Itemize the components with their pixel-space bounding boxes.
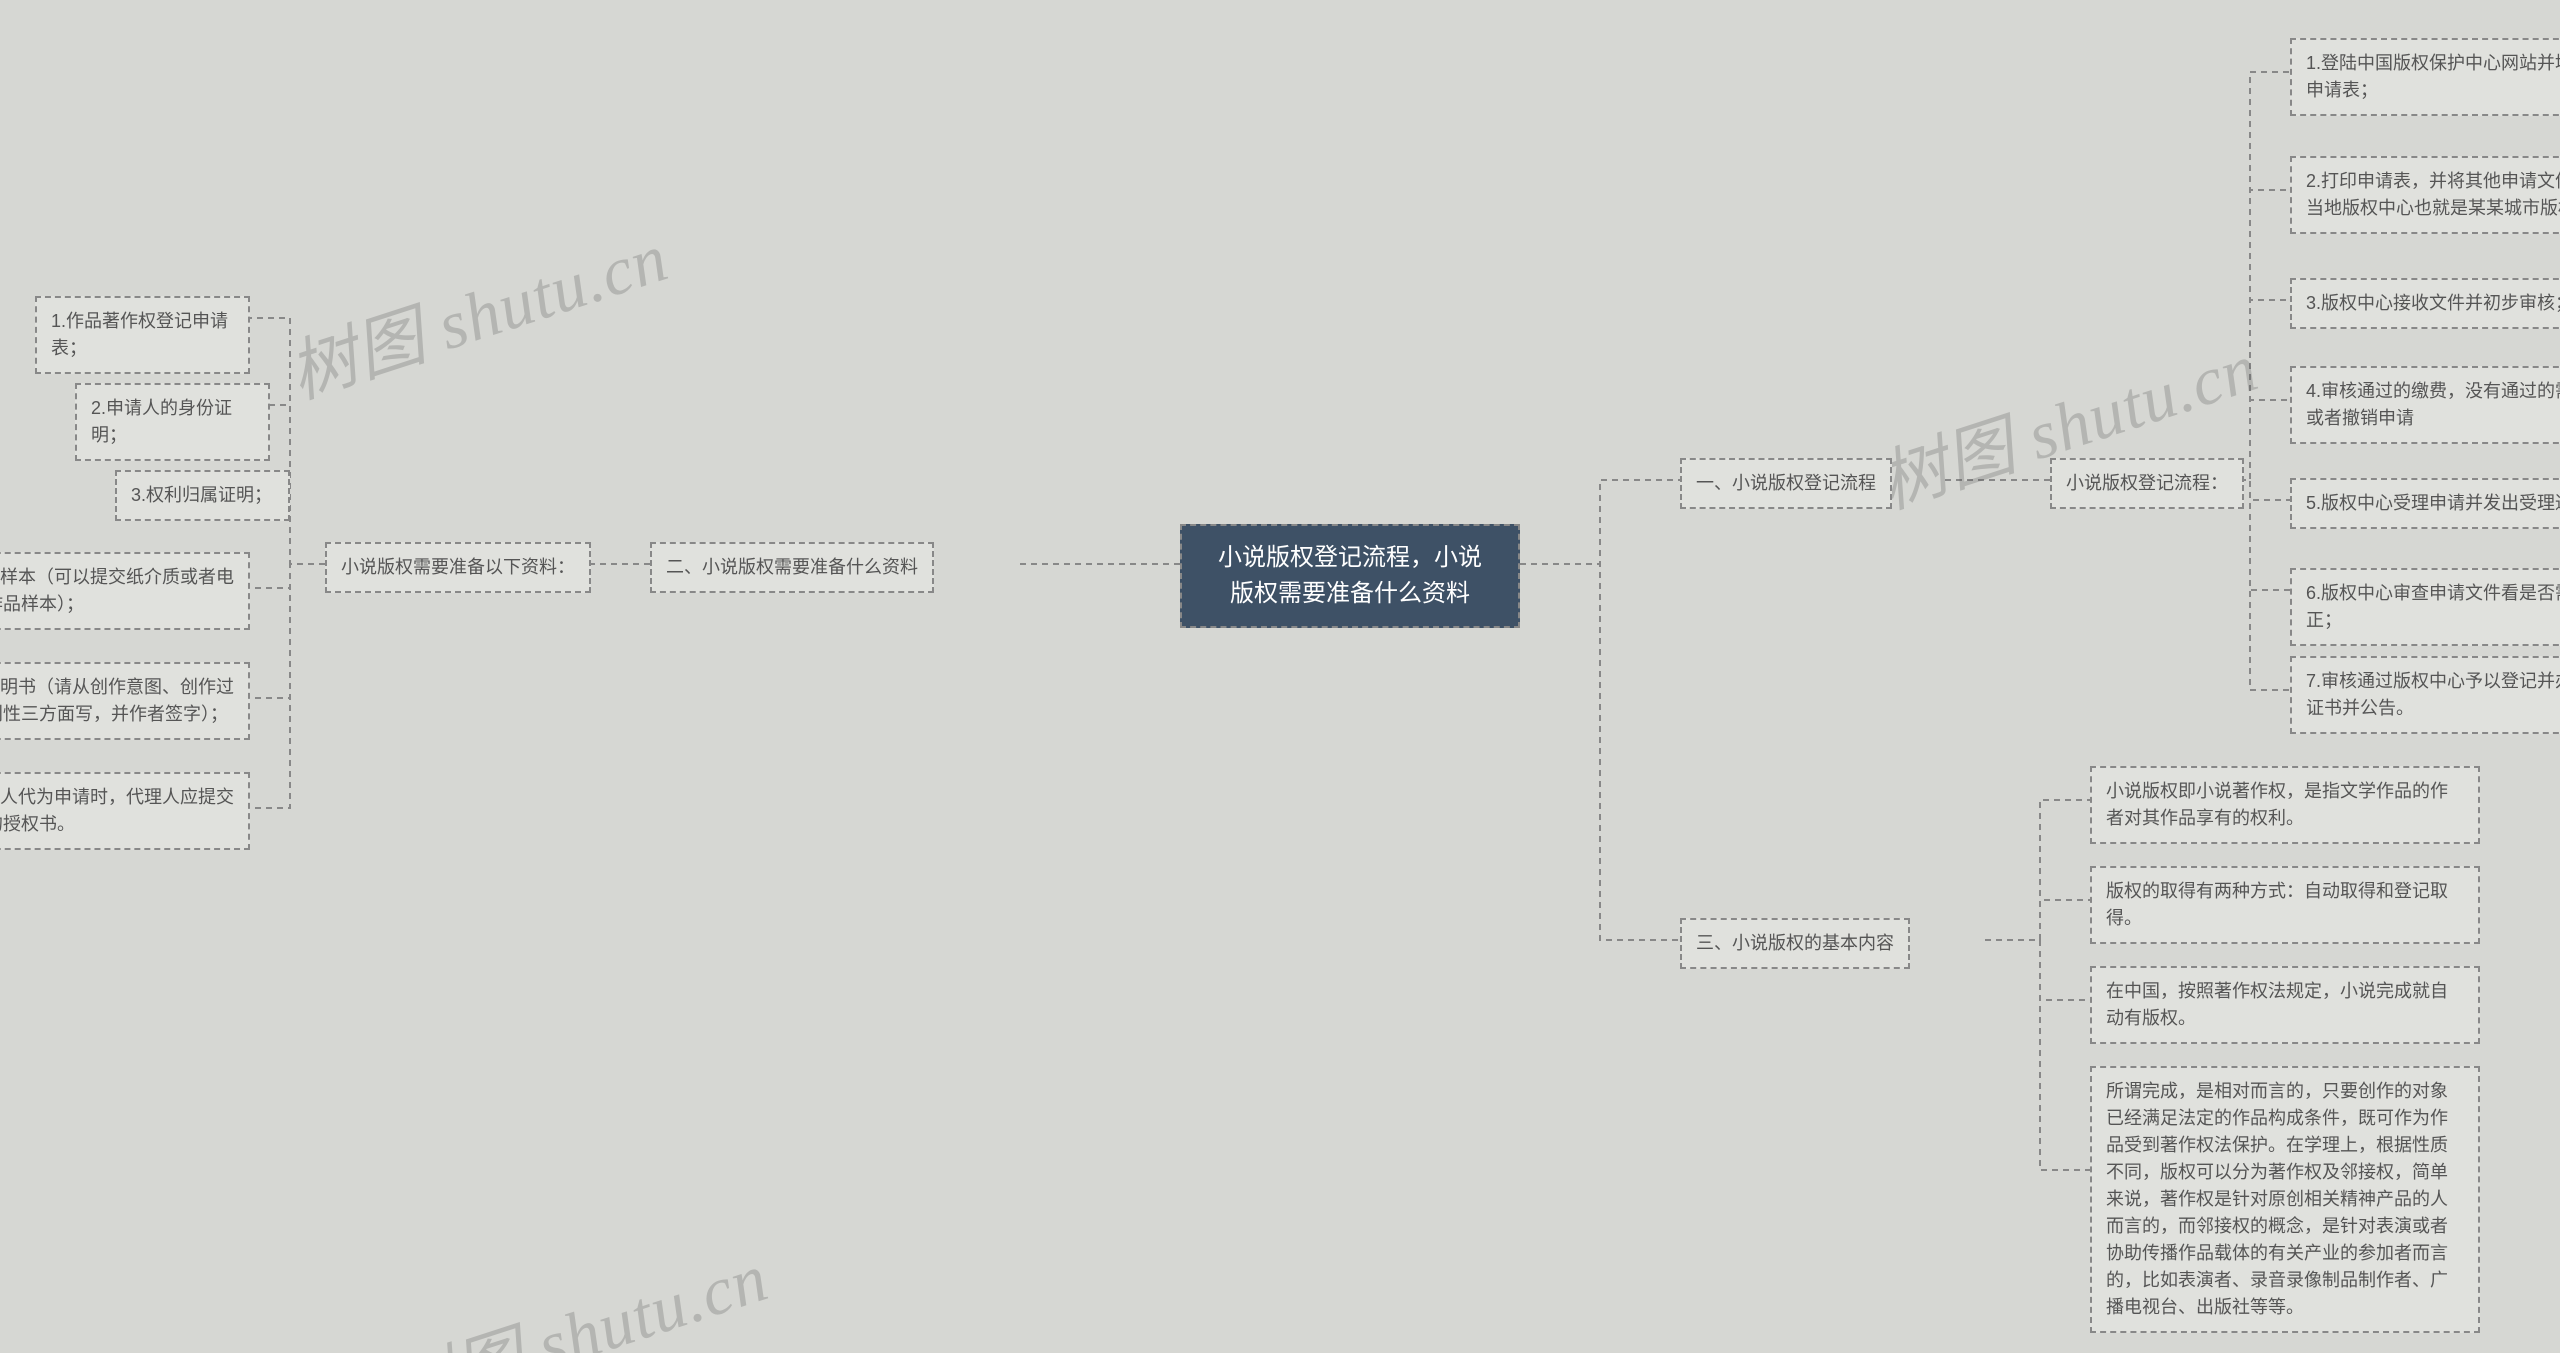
branch-3-leaf: 在中国，按照著作权法规定，小说完成就自动有版权。: [2090, 966, 2480, 1044]
leaf-text: 5.版权中心受理申请并发出受理通知书；: [2306, 493, 2560, 513]
leaf-text: 4.作品的样本（可以提交纸介质或者电子介质作品样本）；: [0, 567, 234, 614]
leaf-text: 小说版权即小说著作权，是指文学作品的作者对其作品享有的权利。: [2106, 781, 2448, 828]
leaf-text: 2.申请人的身份证明；: [91, 398, 232, 445]
center-topic: 小说版权登记流程，小说 版权需要准备什么资料: [1180, 524, 1520, 628]
branch-1-leaf: 2.打印申请表，并将其他申请文件提交给当地版权中心也就是某某城市版权局；: [2290, 156, 2560, 234]
branch-1-leaf: 6.版权中心审查申请文件看是否需要补正；: [2290, 568, 2560, 646]
branch-1-leaf: 3.版权中心接收文件并初步审核；: [2290, 278, 2560, 329]
watermark: 树图 shutu.cn: [374, 1222, 778, 1353]
leaf-text: 7.审核通过版权中心予以登记并办法登记证书并公告。: [2306, 671, 2560, 718]
leaf-text: 在中国，按照著作权法规定，小说完成就自动有版权。: [2106, 981, 2448, 1028]
branch-2-leaf: 3.权利归属证明；: [115, 470, 290, 521]
branch-3-leaf: 版权的取得有两种方式：自动取得和登记取得。: [2090, 866, 2480, 944]
branch-2-title: 二、小说版权需要准备什么资料: [666, 557, 918, 577]
leaf-text: 2.打印申请表，并将其他申请文件提交给当地版权中心也就是某某城市版权局；: [2306, 171, 2560, 218]
watermark: 树图 shutu.cn: [274, 202, 678, 417]
leaf-text: 所谓完成，是相对而言的，只要创作的对象已经满足法定的作品构成条件，既可作为作品受…: [2106, 1081, 2448, 1317]
leaf-text: 5.作品说明书（请从创作意图、创作过程、独创性三方面写，并作者签字）；: [0, 677, 234, 724]
leaf-text: 3.权利归属证明；: [131, 485, 272, 505]
leaf-text: 3.版权中心接收文件并初步审核；: [2306, 293, 2560, 313]
leaf-text: 1.登陆中国版权保护中心网站并填写版权申请表；: [2306, 53, 2560, 100]
branch-2-leaf: 4.作品的样本（可以提交纸介质或者电子介质作品样本）；: [0, 552, 250, 630]
branch-1: 一、小说版权登记流程: [1680, 458, 1892, 509]
branch-2-leaf: 2.申请人的身份证明；: [75, 383, 270, 461]
leaf-text: 4.审核通过的缴费，没有通过的需要补正或者撤销申请: [2306, 381, 2560, 428]
branch-1-leaf: 7.审核通过版权中心予以登记并办法登记证书并公告。: [2290, 656, 2560, 734]
branch-1-leaf: 5.版权中心受理申请并发出受理通知书；: [2290, 478, 2560, 529]
branch-3: 三、小说版权的基本内容: [1680, 918, 1910, 969]
branch-2-leaf: 5.作品说明书（请从创作意图、创作过程、独创性三方面写，并作者签字）；: [0, 662, 250, 740]
branch-3-leaf: 所谓完成，是相对而言的，只要创作的对象已经满足法定的作品构成条件，既可作为作品受…: [2090, 1066, 2480, 1333]
branch-2: 二、小说版权需要准备什么资料: [650, 542, 934, 593]
branch-2-sub: 小说版权需要准备以下资料：: [325, 542, 591, 593]
leaf-text: 版权的取得有两种方式：自动取得和登记取得。: [2106, 881, 2448, 928]
branch-2-leaf: 1.作品著作权登记申请表；: [35, 296, 250, 374]
leaf-text: 1.作品著作权登记申请表；: [51, 311, 228, 358]
leaf-text: 6.委托他人代为申请时，代理人应提交申请人的授权书。: [0, 787, 234, 834]
branch-3-leaf: 小说版权即小说著作权，是指文学作品的作者对其作品享有的权利。: [2090, 766, 2480, 844]
branch-2-sub-title: 小说版权需要准备以下资料：: [341, 557, 575, 577]
leaf-text: 6.版权中心审查申请文件看是否需要补正；: [2306, 583, 2560, 630]
branch-1-sub: 小说版权登记流程：: [2050, 458, 2244, 509]
branch-3-title: 三、小说版权的基本内容: [1696, 933, 1894, 953]
branch-1-sub-title: 小说版权登记流程：: [2066, 473, 2228, 493]
branch-1-leaf: 4.审核通过的缴费，没有通过的需要补正或者撤销申请: [2290, 366, 2560, 444]
branch-1-title: 一、小说版权登记流程: [1696, 473, 1876, 493]
branch-1-leaf: 1.登陆中国版权保护中心网站并填写版权申请表；: [2290, 38, 2560, 116]
center-title: 小说版权登记流程，小说 版权需要准备什么资料: [1218, 544, 1482, 607]
branch-2-leaf: 6.委托他人代为申请时，代理人应提交申请人的授权书。: [0, 772, 250, 850]
